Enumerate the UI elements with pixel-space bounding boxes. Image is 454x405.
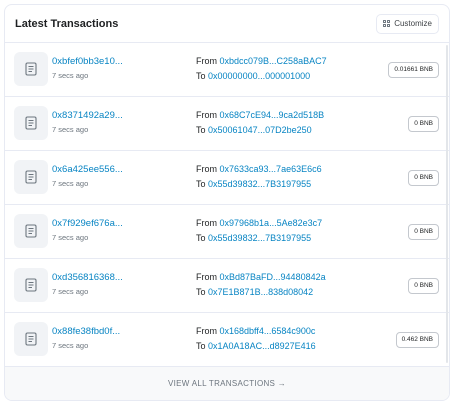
from-address-link[interactable]: 0x97968b1a...5Ae82e3c7 (220, 218, 323, 228)
from-label: From (196, 272, 217, 282)
to-address-link[interactable]: 0x50061047...07D2be250 (208, 125, 312, 135)
tx-age: 7 secs ago (52, 71, 89, 80)
from-address-link[interactable]: 0x7633ca93...7ae63E6c6 (220, 164, 322, 174)
tx-hash-link[interactable]: 0xbfef0bb3e10... (52, 55, 123, 68)
tx-age: 7 secs ago (52, 341, 89, 350)
from-address-link[interactable]: 0x68C7cE94...9ca2d518B (220, 110, 325, 120)
to-address-link[interactable]: 0x55d39832...7B3197955 (208, 233, 311, 243)
scrollbar[interactable] (446, 45, 448, 363)
from-label: From (196, 326, 217, 336)
tx-hash-link[interactable]: 0x8371492a29... (52, 109, 123, 122)
from-label: From (196, 164, 217, 174)
card-header: Latest Transactions Customize (5, 5, 449, 43)
to-address-link[interactable]: 0x00000000...000001000 (208, 71, 310, 81)
to-address-link[interactable]: 0x55d39832...7B3197955 (208, 179, 311, 189)
tx-age: 7 secs ago (52, 179, 89, 188)
document-icon (14, 106, 48, 140)
card-footer: VIEW ALL TRANSACTIONS → (5, 366, 449, 400)
to-label: To (196, 287, 206, 297)
tx-value-badge: 0.462 BNB (395, 332, 439, 348)
from-label: From (196, 110, 217, 120)
from-label: From (196, 56, 217, 66)
document-icon (14, 52, 48, 86)
transaction-row: 0xd356816368... 7 secs ago From 0xBd87Ba… (5, 259, 449, 313)
tx-value-badge: 0 BNB (408, 278, 439, 294)
to-label: To (196, 233, 206, 243)
from-label: From (196, 218, 217, 228)
to-label: To (196, 125, 206, 135)
tx-hash-link[interactable]: 0x7f929ef676a... (52, 217, 123, 230)
tx-value-badge: 0 BNB (408, 170, 439, 186)
document-icon (14, 268, 48, 302)
card-title: Latest Transactions (15, 17, 119, 30)
document-icon (14, 160, 48, 194)
customize-button[interactable]: Customize (376, 13, 439, 34)
to-address-link[interactable]: 0x1A0A18AC...d8927E416 (208, 341, 316, 351)
from-address-link[interactable]: 0xbdcc079B...C258aBAC7 (220, 56, 327, 66)
tx-hash-link[interactable]: 0xd356816368... (52, 271, 123, 284)
tx-age: 7 secs ago (52, 287, 89, 296)
to-label: To (196, 71, 206, 81)
transaction-row: 0x7f929ef676a... 7 secs ago From 0x97968… (5, 205, 449, 259)
transaction-row: 0x88fe38fbd0f... 7 secs ago From 0x168db… (5, 313, 449, 367)
tx-value-badge: 0 BNB (408, 116, 439, 132)
to-label: To (196, 341, 206, 351)
tx-age: 7 secs ago (52, 125, 89, 134)
latest-transactions-card: Latest Transactions Customize 0xbfef0bb3… (4, 4, 450, 401)
from-address-link[interactable]: 0x168dbff4...6584c900c (220, 326, 316, 336)
transaction-row: 0xbfef0bb3e10... 7 secs ago From 0xbdcc0… (5, 43, 449, 97)
from-address-link[interactable]: 0xBd87BaFD...94480842a (220, 272, 326, 282)
tx-value-badge: 0 BNB (408, 224, 439, 240)
grid-icon (383, 20, 391, 27)
document-icon (14, 214, 48, 248)
to-address-link[interactable]: 0x7E1B871B...838d08042 (208, 287, 313, 297)
transaction-row: 0x8371492a29... 7 secs ago From 0x68C7cE… (5, 97, 449, 151)
to-label: To (196, 179, 206, 189)
view-all-transactions-link[interactable]: VIEW ALL TRANSACTIONS → (168, 379, 286, 388)
transaction-list: 0xbfef0bb3e10... 7 secs ago From 0xbdcc0… (5, 43, 449, 367)
tx-age: 7 secs ago (52, 233, 89, 242)
transaction-row: 0x6a425ee556... 7 secs ago From 0x7633ca… (5, 151, 449, 205)
document-icon (14, 322, 48, 356)
tx-hash-link[interactable]: 0x6a425ee556... (52, 163, 123, 176)
tx-value-badge: 0.01661 BNB (388, 62, 439, 78)
tx-hash-link[interactable]: 0x88fe38fbd0f... (52, 325, 120, 338)
customize-label: Customize (394, 19, 432, 28)
